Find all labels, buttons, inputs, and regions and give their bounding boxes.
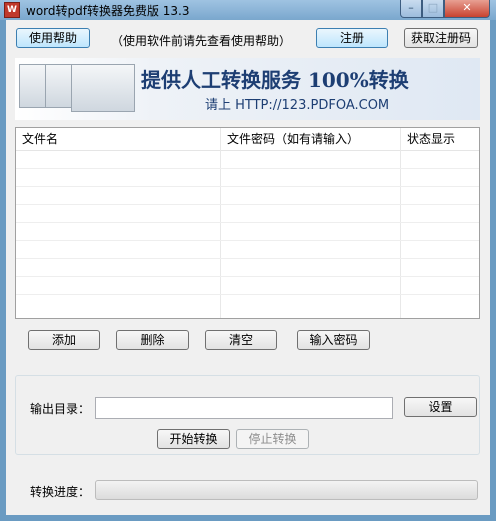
list-grid-line — [16, 204, 479, 205]
file-list-header: 文件名 文件密码（如有请输入） 状态显示 — [16, 128, 479, 151]
list-grid-line — [16, 276, 479, 277]
column-status[interactable]: 状态显示 — [401, 128, 481, 150]
list-grid-line — [16, 168, 479, 169]
output-dir-input[interactable] — [95, 397, 393, 419]
enter-password-button[interactable]: 输入密码 — [297, 330, 370, 350]
maximize-button[interactable]: □ — [422, 0, 444, 18]
list-grid-line — [16, 186, 479, 187]
get-registration-code-button[interactable]: 获取注册码 — [404, 28, 478, 48]
start-convert-button[interactable]: 开始转换 — [157, 429, 230, 449]
help-hint: （使用软件前请先查看使用帮助） — [111, 34, 292, 48]
column-filename[interactable]: 文件名 — [16, 128, 221, 150]
list-grid-line — [16, 222, 479, 223]
clear-button[interactable]: 清空 — [205, 330, 277, 350]
main-window: 使用帮助 （使用软件前请先查看使用帮助） 注册 获取注册码 提供人工转换服务 1… — [6, 20, 490, 515]
banner-headline: 提供人工转换服务 100%转换 — [141, 68, 409, 92]
title-bar: W word转pdf转换器免费版 13.3 – □ ✕ — [0, 0, 496, 20]
window-title: word转pdf转换器免费版 13.3 — [26, 4, 190, 18]
column-divider — [400, 128, 401, 318]
whiteboard-image — [71, 64, 135, 112]
column-password[interactable]: 文件密码（如有请输入） — [221, 128, 401, 150]
list-grid-line — [16, 240, 479, 241]
list-grid-line — [16, 258, 479, 259]
close-button[interactable]: ✕ — [444, 0, 490, 18]
delete-button[interactable]: 删除 — [116, 330, 189, 350]
add-button[interactable]: 添加 — [28, 330, 100, 350]
progress-label: 转换进度： — [30, 485, 91, 499]
help-button[interactable]: 使用帮助 — [16, 28, 90, 48]
conversion-progress-bar — [95, 480, 478, 500]
app-icon: W — [4, 2, 20, 18]
settings-button[interactable]: 设置 — [404, 397, 477, 417]
list-grid-line — [16, 294, 479, 295]
promo-banner[interactable]: 提供人工转换服务 100%转换 请上 HTTP://123.PDFOA.COM — [15, 58, 480, 120]
output-dir-label: 输出目录： — [30, 402, 91, 416]
register-button[interactable]: 注册 — [316, 28, 388, 48]
banner-url: 请上 HTTP://123.PDFOA.COM — [205, 98, 390, 113]
stop-convert-button: 停止转换 — [236, 429, 309, 449]
file-list[interactable]: 文件名 文件密码（如有请输入） 状态显示 — [15, 127, 480, 319]
minimize-button[interactable]: – — [400, 0, 422, 18]
column-divider — [220, 128, 221, 318]
